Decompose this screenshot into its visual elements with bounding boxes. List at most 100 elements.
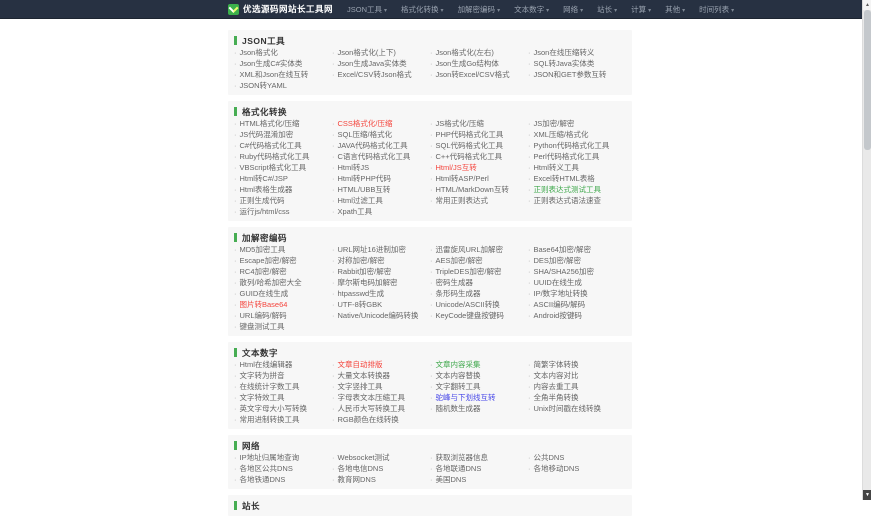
tool-link[interactable]: ·Json生成Go结构体 <box>430 58 528 69</box>
tool-link[interactable]: ·密码生成器 <box>430 277 528 288</box>
tool-link[interactable]: ·Websocket测试 <box>332 452 430 463</box>
tool-link[interactable]: ·摩尔斯电码加解密 <box>332 277 430 288</box>
tool-link[interactable]: ·KeyCode键盘按键码 <box>430 310 528 321</box>
tool-link[interactable]: ·教育网DNS <box>332 474 430 485</box>
nav-item[interactable]: 其他▾ <box>665 4 685 15</box>
tool-link[interactable]: ·Json格式化(上下) <box>332 47 430 58</box>
tool-link[interactable]: ·C++代码格式化工具 <box>430 151 528 162</box>
tool-link[interactable]: ·Json格式化(左右) <box>430 47 528 58</box>
tool-link[interactable]: ·英文字母大小写转换 <box>234 403 332 414</box>
tool-link[interactable]: ·DES加密/解密 <box>528 255 626 266</box>
tool-link[interactable]: ·Html转义工具 <box>528 162 626 173</box>
tool-link[interactable]: ·JAVA代码格式化工具 <box>332 140 430 151</box>
tool-link[interactable]: ·文章自动排版 <box>332 359 430 370</box>
tool-link[interactable]: ·Native/Unicode编码转换 <box>332 310 430 321</box>
tool-link[interactable]: ·CSS格式化/压缩 <box>332 118 430 129</box>
tool-link[interactable]: ·ASCII编码/解码 <box>528 299 626 310</box>
tool-link[interactable]: ·JS格式化/压缩 <box>430 118 528 129</box>
tool-link[interactable]: ·文字竖排工具 <box>332 381 430 392</box>
tool-link[interactable]: ·Html表格生成器 <box>234 184 332 195</box>
tool-link[interactable]: ·URL网址16进制加密 <box>332 244 430 255</box>
tool-link[interactable]: ·在线统计字数工具 <box>234 381 332 392</box>
nav-item[interactable]: 格式化转换▾ <box>401 4 444 15</box>
tool-link[interactable]: ·Python代码格式化工具 <box>528 140 626 151</box>
tool-link[interactable]: ·常用进制转换工具 <box>234 414 332 425</box>
tool-link[interactable]: ·Excel/CSV转Json格式 <box>332 69 430 80</box>
tool-link[interactable]: ·正则生成代码 <box>234 195 332 206</box>
nav-item[interactable]: 时间列表▾ <box>699 4 734 15</box>
tool-link[interactable]: ·驼峰与下划线互转 <box>430 392 528 403</box>
tool-link[interactable]: ·文字翻转工具 <box>430 381 528 392</box>
tool-link[interactable]: ·Unix时间戳在线转换 <box>528 403 626 414</box>
tool-link[interactable]: ·XML和Json在线互转 <box>234 69 332 80</box>
tool-link[interactable]: ·人民币大写转换工具 <box>332 403 430 414</box>
tool-link[interactable]: ·公共DNS <box>528 452 626 463</box>
tool-link[interactable]: ·Html转C#/JSP <box>234 173 332 184</box>
tool-link[interactable]: ·IP/数字地址转换 <box>528 288 626 299</box>
tool-link[interactable]: ·正则表达式测试工具 <box>528 184 626 195</box>
scrollbar-down-icon[interactable]: ▼ <box>863 490 871 500</box>
tool-link[interactable]: ·VBScript格式化工具 <box>234 162 332 173</box>
tool-link[interactable]: ·Html过滤工具 <box>332 195 430 206</box>
tool-link[interactable]: ·C#代码格式化工具 <box>234 140 332 151</box>
tool-link[interactable]: ·Html转PHP代码 <box>332 173 430 184</box>
tool-link[interactable]: ·GUID在线生成 <box>234 288 332 299</box>
tool-link[interactable]: ·大量文本转换器 <box>332 370 430 381</box>
tool-link[interactable]: ·全角半角转换 <box>528 392 626 403</box>
nav-item[interactable]: 站长▾ <box>597 4 617 15</box>
tool-link[interactable]: ·文章内容采集 <box>430 359 528 370</box>
tool-link[interactable]: ·UUID在线生成 <box>528 277 626 288</box>
tool-link[interactable]: ·Json生成C#实体类 <box>234 58 332 69</box>
tool-link[interactable]: ·条形码生成器 <box>430 288 528 299</box>
scrollbar-thumb[interactable] <box>864 10 871 150</box>
tool-link[interactable]: ·Excel转HTML表格 <box>528 173 626 184</box>
tool-link[interactable]: ·Json转Excel/CSV格式 <box>430 69 528 80</box>
tool-link[interactable]: ·RGB颜色在线转换 <box>332 414 430 425</box>
scrollbar-up-icon[interactable]: ▲ <box>863 0 871 10</box>
tool-link[interactable]: ·美国DNS <box>430 474 528 485</box>
tool-link[interactable]: ·HTML格式化/压缩 <box>234 118 332 129</box>
tool-link[interactable]: ·运行js/html/css <box>234 206 332 217</box>
tool-link[interactable]: ·Html转ASP/Perl <box>430 173 528 184</box>
nav-item[interactable]: 加解密编码▾ <box>458 4 501 15</box>
page-scrollbar[interactable]: ▲ ▼ <box>862 0 871 500</box>
tool-link[interactable]: ·Json生成Java实体类 <box>332 58 430 69</box>
tool-link[interactable]: ·JS加密/解密 <box>528 118 626 129</box>
tool-link[interactable]: ·C语言代码格式化工具 <box>332 151 430 162</box>
tool-link[interactable]: ·SQL压缩/格式化 <box>332 129 430 140</box>
tool-link[interactable]: ·对称加密/解密 <box>332 255 430 266</box>
tool-link[interactable]: ·PHP代码格式化工具 <box>430 129 528 140</box>
tool-link[interactable]: ·图片转Base64 <box>234 299 332 310</box>
tool-link[interactable]: ·SHA/SHA256加密 <box>528 266 626 277</box>
tool-link[interactable]: ·TripleDES加密/解密 <box>430 266 528 277</box>
tool-link[interactable]: ·获取浏览器信息 <box>430 452 528 463</box>
tool-link[interactable]: ·JSON转YAML <box>234 80 332 91</box>
tool-link[interactable]: ·正则表达式语法速查 <box>528 195 626 206</box>
tool-link[interactable]: ·Json格式化 <box>234 47 332 58</box>
nav-item[interactable]: 文本数字▾ <box>514 4 549 15</box>
tool-link[interactable]: ·常用正则表达式 <box>430 195 528 206</box>
nav-item[interactable]: JSON工具▾ <box>347 4 387 15</box>
tool-link[interactable]: ·文字特效工具 <box>234 392 332 403</box>
tool-link[interactable]: ·RC4加密/解密 <box>234 266 332 277</box>
tool-link[interactable]: ·随机数生成器 <box>430 403 528 414</box>
tool-link[interactable]: ·Json在线压缩转义 <box>528 47 626 58</box>
tool-link[interactable]: ·htpasswd生成 <box>332 288 430 299</box>
tool-link[interactable]: ·Html在线编辑器 <box>234 359 332 370</box>
tool-link[interactable]: ·URL编码/解码 <box>234 310 332 321</box>
tool-link[interactable]: ·Html/JS互转 <box>430 162 528 173</box>
tool-link[interactable]: ·AES加密/解密 <box>430 255 528 266</box>
tool-link[interactable]: ·文本内容对比 <box>528 370 626 381</box>
tool-link[interactable]: ·HTML/MarkDown互转 <box>430 184 528 195</box>
tool-link[interactable]: ·简繁字体转换 <box>528 359 626 370</box>
nav-item[interactable]: 网络▾ <box>563 4 583 15</box>
tool-link[interactable]: ·字母表文本压缩工具 <box>332 392 430 403</box>
tool-link[interactable]: ·JSON和GET参数互转 <box>528 69 626 80</box>
tool-link[interactable]: ·IP地址归属地查询 <box>234 452 332 463</box>
tool-link[interactable]: ·键盘测试工具 <box>234 321 332 332</box>
tool-link[interactable]: ·迅雷旋风URL加解密 <box>430 244 528 255</box>
tool-link[interactable]: ·Xpath工具 <box>332 206 430 217</box>
tool-link[interactable]: ·Unicode/ASCII转换 <box>430 299 528 310</box>
tool-link[interactable]: ·文字转为拼音 <box>234 370 332 381</box>
tool-link[interactable]: ·内容去重工具 <box>528 381 626 392</box>
